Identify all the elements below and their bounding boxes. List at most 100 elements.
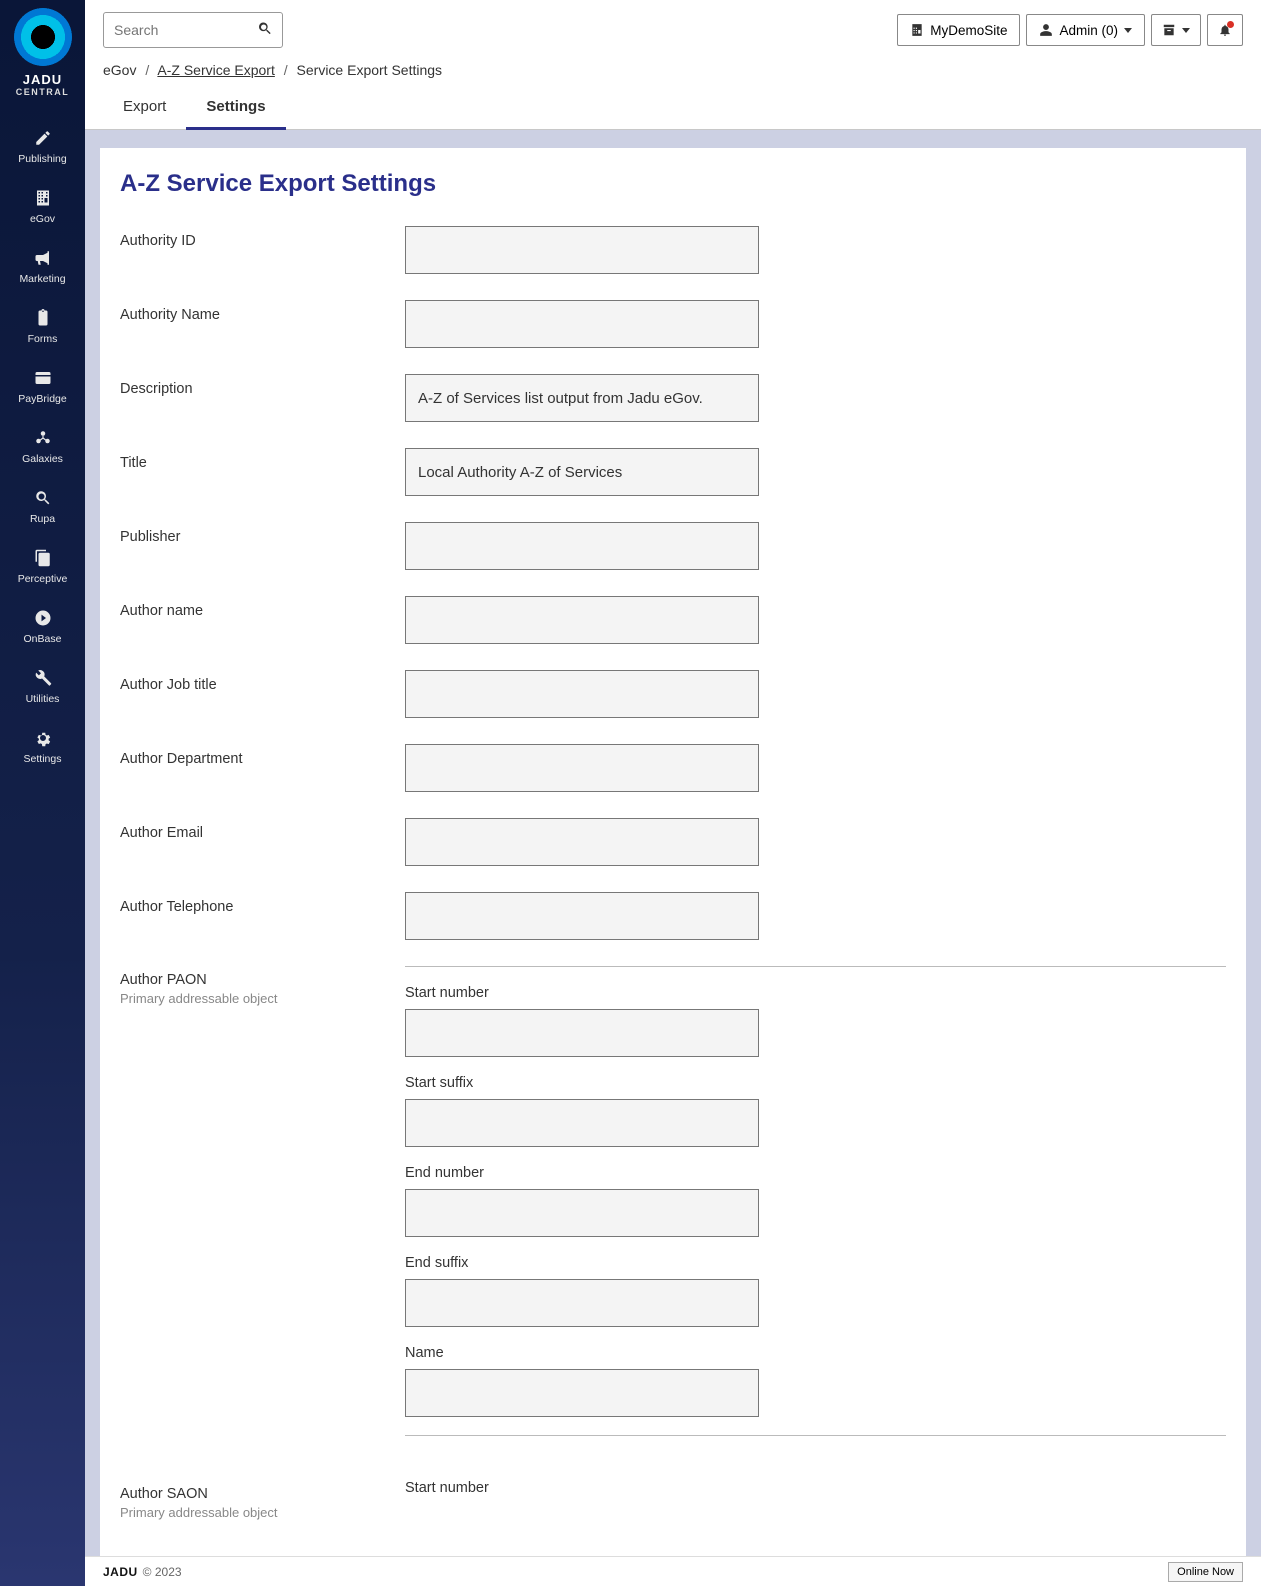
author-saon-label: Author SAON (120, 1486, 405, 1502)
author-job-label: Author Job title (120, 677, 217, 693)
bullhorn-icon (32, 247, 54, 269)
brand-name: JADU (23, 72, 62, 87)
title-label: Title (120, 455, 147, 471)
online-now-button[interactable]: Online Now (1168, 1562, 1243, 1582)
sidebar-item-rupa[interactable]: Rupa (0, 475, 85, 535)
breadcrumb-separator: / (145, 62, 149, 78)
user-icon (1039, 23, 1053, 37)
gear-icon (32, 727, 54, 749)
building-icon (32, 187, 54, 209)
topbar: MyDemoSite Admin (0) (85, 0, 1261, 48)
chevron-down-icon (1182, 28, 1190, 33)
paon-start-suffix-input[interactable] (405, 1099, 759, 1147)
group-separator (405, 1435, 1226, 1436)
publisher-input[interactable] (405, 522, 759, 570)
sidebar-item-label: OnBase (24, 633, 62, 645)
search-button[interactable] (253, 17, 277, 44)
archive-icon (1162, 23, 1176, 37)
author-name-label: Author name (120, 603, 203, 619)
sidebar-item-label: eGov (30, 213, 55, 225)
paon-name-input[interactable] (405, 1369, 759, 1417)
credit-card-icon (32, 367, 54, 389)
building-icon (910, 23, 924, 37)
footer: JADU © 2023 Online Now (85, 1556, 1261, 1586)
tab-settings[interactable]: Settings (186, 88, 285, 130)
breadcrumb-separator: / (284, 62, 288, 78)
sidebar-item-onbase[interactable]: OnBase (0, 595, 85, 655)
sidebar-item-label: Forms (28, 333, 58, 345)
breadcrumb-link[interactable]: A-Z Service Export (157, 62, 274, 78)
sidebar-item-label: Galaxies (22, 453, 63, 465)
tab-export[interactable]: Export (103, 88, 186, 130)
paon-end-suffix-label: End suffix (405, 1255, 1226, 1271)
sidebar-item-settings[interactable]: Settings (0, 715, 85, 775)
copy-icon (32, 547, 54, 569)
breadcrumb-root: eGov (103, 62, 136, 78)
settings-panel: A-Z Service Export Settings Authority ID… (100, 148, 1246, 1586)
sidebar-item-label: Utilities (26, 693, 60, 705)
notifications-button[interactable] (1207, 14, 1243, 46)
sidebar-item-label: Rupa (30, 513, 55, 525)
paon-end-number-input[interactable] (405, 1189, 759, 1237)
paon-name-label: Name (405, 1345, 1226, 1361)
sidebar-item-label: PayBridge (18, 393, 66, 405)
play-circle-icon (32, 607, 54, 629)
page-title: A-Z Service Export Settings (120, 170, 1226, 198)
sidebar-item-perceptive[interactable]: Perceptive (0, 535, 85, 595)
breadcrumb-current: Service Export Settings (297, 62, 443, 78)
sidebar-item-publishing[interactable]: Publishing (0, 115, 85, 175)
footer-copyright: © 2023 (143, 1565, 182, 1579)
author-email-input[interactable] (405, 818, 759, 866)
group-separator (405, 966, 1226, 967)
author-dept-label: Author Department (120, 751, 243, 767)
sidebar-item-galaxies[interactable]: Galaxies (0, 415, 85, 475)
sidebar-item-egov[interactable]: eGov (0, 175, 85, 235)
brand-sub: CENTRAL (16, 87, 70, 97)
sidebar-item-label: Marketing (19, 273, 65, 285)
authority-id-label: Authority ID (120, 233, 196, 249)
site-name: MyDemoSite (930, 23, 1007, 38)
author-name-input[interactable] (405, 596, 759, 644)
brand-logo: JADU CENTRAL (14, 8, 72, 97)
authority-id-input[interactable] (405, 226, 759, 274)
chevron-down-icon (1124, 28, 1132, 33)
author-job-input[interactable] (405, 670, 759, 718)
sidebar-item-forms[interactable]: Forms (0, 295, 85, 355)
logo-ring-icon (14, 8, 72, 66)
author-paon-hint: Primary addressable object (120, 991, 405, 1006)
main-area: MyDemoSite Admin (0) eGov / A-Z Serv (85, 0, 1261, 1586)
site-selector-button[interactable]: MyDemoSite (897, 14, 1020, 46)
sidebar-item-utilities[interactable]: Utilities (0, 655, 85, 715)
galaxies-icon (32, 427, 54, 449)
archive-menu-button[interactable] (1151, 14, 1201, 46)
paon-end-suffix-input[interactable] (405, 1279, 759, 1327)
saon-start-number-label: Start number (405, 1480, 1226, 1496)
paon-start-suffix-label: Start suffix (405, 1075, 1226, 1091)
author-paon-label: Author PAON (120, 972, 405, 988)
author-email-label: Author Email (120, 825, 203, 841)
content-background: A-Z Service Export Settings Authority ID… (85, 130, 1261, 1586)
author-dept-input[interactable] (405, 744, 759, 792)
search-icon (257, 21, 273, 37)
search-icon (32, 487, 54, 509)
sidebar-item-label: Settings (24, 753, 62, 765)
sidebar: JADU CENTRAL Publishing eGov Marketing F… (0, 0, 85, 1586)
publisher-label: Publisher (120, 529, 180, 545)
user-menu-button[interactable]: Admin (0) (1026, 14, 1145, 46)
title-input[interactable] (405, 448, 759, 496)
sidebar-item-label: Publishing (18, 153, 66, 165)
author-tel-input[interactable] (405, 892, 759, 940)
authority-name-input[interactable] (405, 300, 759, 348)
authority-name-label: Authority Name (120, 307, 220, 323)
description-label: Description (120, 381, 193, 397)
pencil-icon (32, 127, 54, 149)
footer-brand: JADU (103, 1565, 138, 1579)
breadcrumb: eGov / A-Z Service Export / Service Expo… (85, 48, 1261, 88)
paon-start-number-input[interactable] (405, 1009, 759, 1057)
author-saon-hint: Primary addressable object (120, 1505, 405, 1520)
paon-start-number-label: Start number (405, 985, 1226, 1001)
sidebar-item-marketing[interactable]: Marketing (0, 235, 85, 295)
description-input[interactable] (405, 374, 759, 422)
sidebar-item-paybridge[interactable]: PayBridge (0, 355, 85, 415)
clipboard-icon (32, 307, 54, 329)
